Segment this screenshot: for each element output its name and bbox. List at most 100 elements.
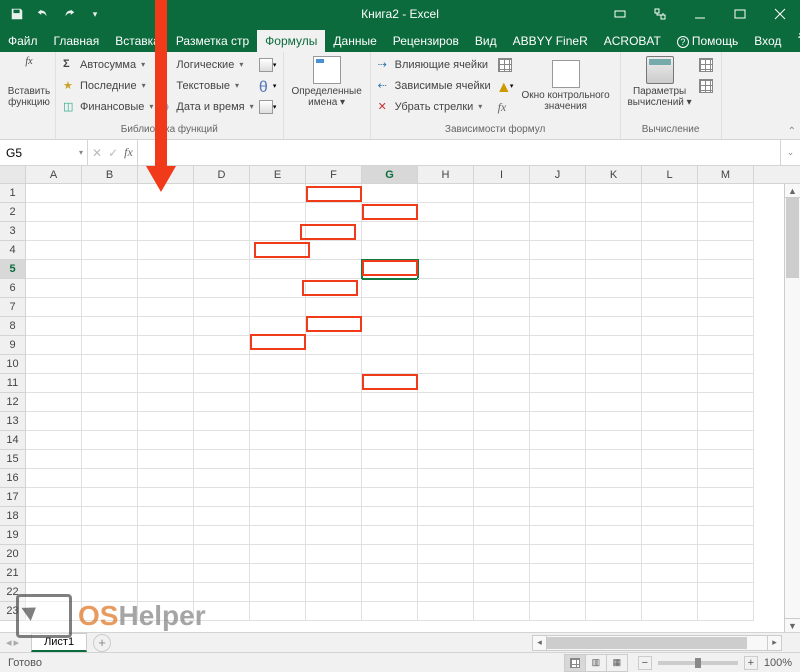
minimize-button[interactable] <box>680 0 720 28</box>
cell[interactable] <box>642 431 698 450</box>
cell[interactable] <box>698 450 754 469</box>
cell[interactable] <box>26 469 82 488</box>
cell[interactable] <box>82 241 138 260</box>
cell[interactable] <box>82 602 138 621</box>
cell[interactable] <box>194 260 250 279</box>
cell[interactable] <box>26 545 82 564</box>
cell[interactable] <box>474 184 530 203</box>
redo-icon[interactable] <box>58 3 80 25</box>
view-normal-button[interactable] <box>564 654 586 672</box>
cancel-icon[interactable]: ✕ <box>92 146 102 160</box>
cell[interactable] <box>418 469 474 488</box>
zoom-level[interactable]: 100% <box>764 657 792 669</box>
cell[interactable] <box>698 564 754 583</box>
cell[interactable] <box>306 222 362 241</box>
cell[interactable] <box>474 412 530 431</box>
cell[interactable] <box>362 583 418 602</box>
trace-dependents-button[interactable]: ⇠Зависимые ячейки <box>375 75 494 96</box>
column-header[interactable]: C <box>138 166 194 183</box>
cell[interactable] <box>138 507 194 526</box>
cell[interactable] <box>306 450 362 469</box>
cell[interactable] <box>26 602 82 621</box>
cell[interactable] <box>418 222 474 241</box>
calc-sheet-button[interactable] <box>695 75 717 96</box>
cell[interactable] <box>586 602 642 621</box>
cell[interactable] <box>194 583 250 602</box>
cell[interactable] <box>474 564 530 583</box>
cell[interactable] <box>194 431 250 450</box>
cell[interactable] <box>698 545 754 564</box>
cell[interactable] <box>194 203 250 222</box>
view-pagebreak-button[interactable]: ▦ <box>606 654 628 672</box>
cell[interactable] <box>138 412 194 431</box>
cell[interactable] <box>250 355 306 374</box>
tab-view[interactable]: Вид <box>467 30 505 52</box>
cell[interactable] <box>586 526 642 545</box>
cell[interactable] <box>642 583 698 602</box>
cell[interactable] <box>194 184 250 203</box>
cell[interactable] <box>194 355 250 374</box>
cell[interactable] <box>26 279 82 298</box>
cell[interactable] <box>418 450 474 469</box>
cell[interactable] <box>82 260 138 279</box>
cell[interactable] <box>26 431 82 450</box>
expand-formula-bar-icon[interactable]: ⌄ <box>780 140 800 165</box>
cell[interactable] <box>362 393 418 412</box>
cell[interactable] <box>698 317 754 336</box>
cell[interactable] <box>306 469 362 488</box>
cell[interactable] <box>418 602 474 621</box>
scroll-right-icon[interactable]: ▸ <box>767 636 781 650</box>
cell[interactable] <box>698 507 754 526</box>
cell[interactable] <box>530 279 586 298</box>
cell[interactable] <box>82 431 138 450</box>
row-header[interactable]: 17 <box>0 488 26 507</box>
cell[interactable] <box>698 298 754 317</box>
logical-button[interactable]: ?Логические▾ <box>156 54 256 75</box>
cell[interactable] <box>418 393 474 412</box>
cell[interactable] <box>362 602 418 621</box>
row-header[interactable]: 14 <box>0 431 26 450</box>
zoom-slider[interactable] <box>658 661 738 665</box>
cell[interactable] <box>82 564 138 583</box>
text-button[interactable]: AТекстовые▾ <box>156 75 256 96</box>
cell[interactable] <box>586 184 642 203</box>
select-all-corner[interactable] <box>0 166 26 183</box>
cell[interactable] <box>26 583 82 602</box>
cell[interactable] <box>138 602 194 621</box>
column-header[interactable]: I <box>474 166 530 183</box>
cell[interactable] <box>362 241 418 260</box>
cell[interactable] <box>362 260 418 279</box>
cell[interactable] <box>530 222 586 241</box>
cell[interactable] <box>418 526 474 545</box>
cell[interactable] <box>586 393 642 412</box>
cell[interactable] <box>250 469 306 488</box>
save-icon[interactable] <box>6 3 28 25</box>
cell[interactable] <box>418 507 474 526</box>
cell[interactable] <box>530 602 586 621</box>
cell[interactable] <box>138 298 194 317</box>
row-header[interactable]: 3 <box>0 222 26 241</box>
cell[interactable] <box>250 279 306 298</box>
cell[interactable] <box>82 507 138 526</box>
row-header[interactable]: 10 <box>0 355 26 374</box>
cell[interactable] <box>530 564 586 583</box>
cell[interactable] <box>306 488 362 507</box>
cell[interactable] <box>138 431 194 450</box>
cell[interactable] <box>642 564 698 583</box>
cell[interactable] <box>642 241 698 260</box>
cell[interactable] <box>698 526 754 545</box>
evaluate-button[interactable]: fx <box>494 96 516 117</box>
cell[interactable] <box>418 184 474 203</box>
cell[interactable] <box>642 469 698 488</box>
cell[interactable] <box>26 336 82 355</box>
cell[interactable] <box>698 203 754 222</box>
row-header[interactable]: 12 <box>0 393 26 412</box>
cell[interactable] <box>362 488 418 507</box>
cell[interactable] <box>698 393 754 412</box>
column-header[interactable]: D <box>194 166 250 183</box>
hscroll-thumb[interactable] <box>547 637 747 649</box>
cell[interactable] <box>586 450 642 469</box>
cell[interactable] <box>138 355 194 374</box>
cell[interactable] <box>642 260 698 279</box>
column-header[interactable]: J <box>530 166 586 183</box>
